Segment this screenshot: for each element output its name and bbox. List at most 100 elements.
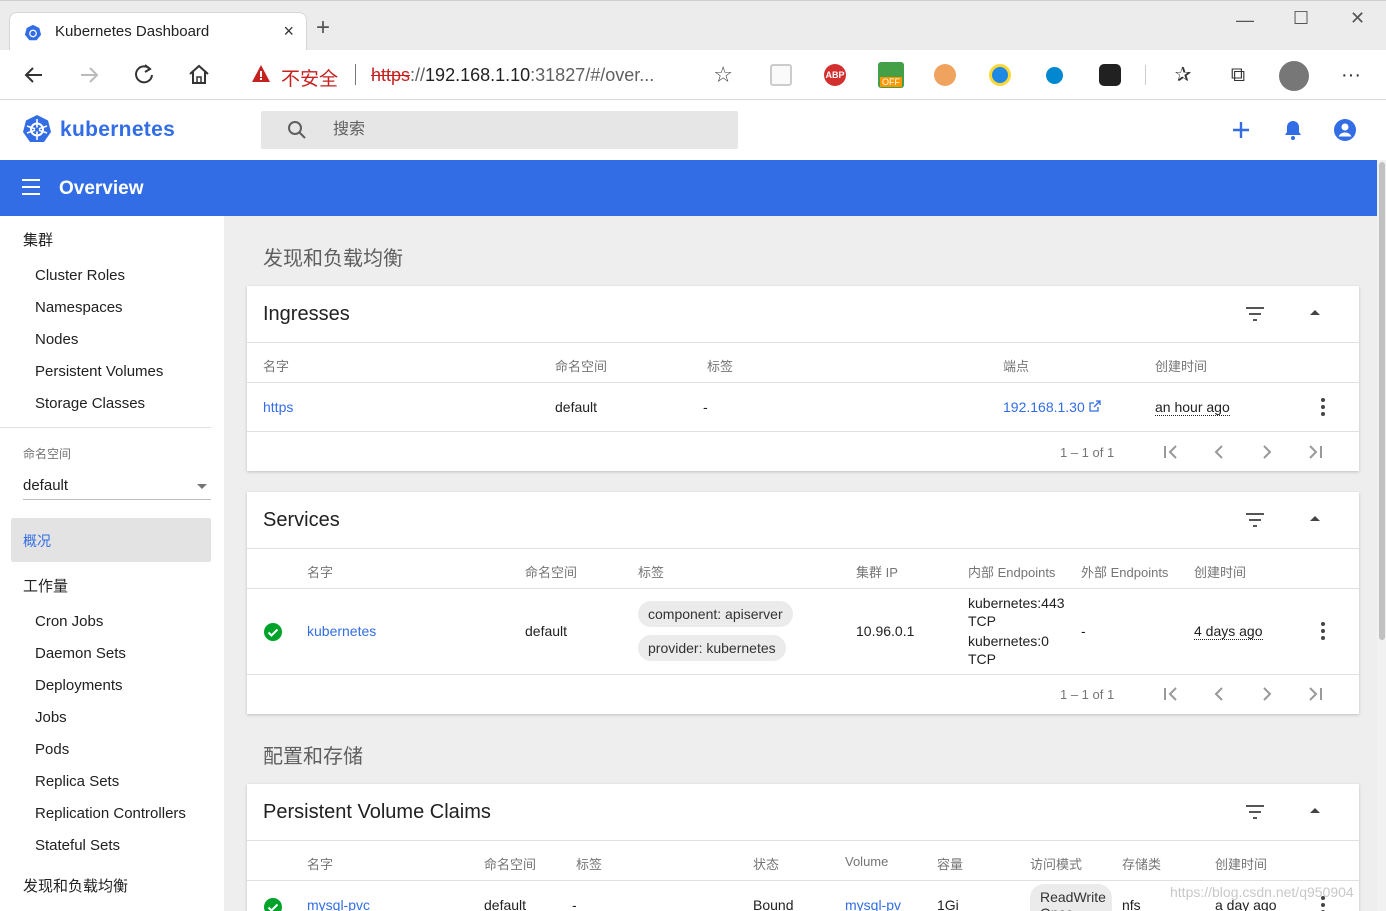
column-header-name[interactable]: 名字 xyxy=(263,356,289,375)
browser-tab[interactable]: Kubernetes Dashboard × xyxy=(9,12,307,51)
filter-icon[interactable] xyxy=(1245,307,1265,321)
adblock-extension-icon[interactable]: ABP xyxy=(824,64,846,86)
sidebar-item-cron-jobs[interactable]: Cron Jobs xyxy=(35,613,103,630)
sidebar-item-namespaces[interactable]: Namespaces xyxy=(35,299,123,316)
card-divider xyxy=(247,548,1359,549)
url-path: :31827/#/over... xyxy=(530,65,655,85)
pvc-name-link[interactable]: mysql-pvc xyxy=(307,897,370,911)
pvc-volume-link[interactable]: mysql-pv xyxy=(845,897,901,911)
reader-extension-icon[interactable] xyxy=(770,64,792,86)
next-page-icon[interactable] xyxy=(1257,442,1277,462)
internal-endpoint-protocol: TCP xyxy=(968,613,996,629)
service-name-link[interactable]: kubernetes xyxy=(307,623,376,639)
sidebar-heading-discovery[interactable]: 发现和负载均衡 xyxy=(23,875,128,896)
home-icon[interactable] xyxy=(186,62,212,88)
shield-extension-icon[interactable] xyxy=(989,64,1011,86)
cloud-extension-icon[interactable] xyxy=(1046,67,1063,84)
section-title-discovery: 发现和负载均衡 xyxy=(263,248,403,270)
reload-icon[interactable] xyxy=(131,62,157,88)
column-header-labels: 标签 xyxy=(576,857,603,872)
next-page-icon[interactable] xyxy=(1257,684,1277,704)
first-page-icon[interactable] xyxy=(1161,442,1181,462)
status-ok-icon xyxy=(264,898,282,911)
scrollbar-thumb[interactable] xyxy=(1379,162,1385,640)
column-header-namespace[interactable]: 命名空间 xyxy=(484,854,536,873)
first-page-icon[interactable] xyxy=(1161,684,1181,704)
column-header-namespace[interactable]: 命名空间 xyxy=(555,356,607,375)
off-extension-icon[interactable]: OFF xyxy=(878,62,904,88)
ingress-labels: - xyxy=(703,399,708,415)
ingress-name-link[interactable]: https xyxy=(263,399,293,415)
brand-name[interactable]: kubernetes xyxy=(60,118,175,142)
create-plus-icon[interactable] xyxy=(1229,118,1253,142)
card-divider xyxy=(247,840,1359,841)
pvc-labels: - xyxy=(572,897,577,911)
pvc-status: Bound xyxy=(753,897,794,911)
page-scrollbar[interactable] xyxy=(1377,160,1386,911)
hamburger-menu-icon[interactable] xyxy=(22,179,40,195)
service-cluster-ip: 10.96.0.1 xyxy=(856,623,915,639)
favorite-star-icon[interactable]: ☆ xyxy=(713,62,733,88)
namespace-label: 命名空间 xyxy=(23,447,72,461)
row-actions-menu-icon[interactable] xyxy=(1321,398,1325,419)
sidebar-item-overview[interactable]: 概况 xyxy=(11,518,211,562)
ingress-endpoint-link[interactable]: 192.168.1.30 xyxy=(1003,399,1101,415)
column-header-name[interactable]: 名字 xyxy=(307,854,333,873)
sidebar-heading-cluster[interactable]: 集群 xyxy=(23,229,53,250)
sidebar-item-replication-controllers[interactable]: Replication Controllers xyxy=(35,805,186,822)
url-text[interactable]: https://192.168.1.10:31827/#/over... xyxy=(371,65,654,86)
column-header-created[interactable]: 创建时间 xyxy=(1194,562,1246,581)
column-header-created[interactable]: 创建时间 xyxy=(1215,854,1267,873)
forward-icon[interactable] xyxy=(76,62,102,88)
service-external-endpoints: - xyxy=(1081,623,1086,639)
sidebar-item-overview-label: 概况 xyxy=(23,533,51,549)
notifications-bell-icon[interactable] xyxy=(1281,118,1305,142)
filter-icon[interactable] xyxy=(1245,805,1265,819)
new-tab-icon[interactable]: + xyxy=(316,16,330,40)
sidebar-item-storage-classes[interactable]: Storage Classes xyxy=(35,395,145,412)
last-page-icon[interactable] xyxy=(1305,442,1325,462)
more-menu-icon[interactable]: ··· xyxy=(1338,62,1364,88)
ingresses-title: Ingresses xyxy=(263,303,350,325)
column-header-name[interactable]: 名字 xyxy=(307,562,333,581)
tab-close-icon[interactable]: × xyxy=(283,21,294,42)
sidebar-item-pods[interactable]: Pods xyxy=(35,741,69,758)
search-input[interactable] xyxy=(333,116,713,144)
row-actions-menu-icon[interactable] xyxy=(1321,622,1325,643)
column-header-namespace[interactable]: 命名空间 xyxy=(525,562,577,581)
back-icon[interactable] xyxy=(21,62,47,88)
sidebar-heading-workloads[interactable]: 工作量 xyxy=(23,575,68,596)
section-title-config: 配置和存储 xyxy=(263,746,363,768)
search-box[interactable] xyxy=(261,111,738,149)
collapse-arrow-icon[interactable] xyxy=(1310,310,1320,315)
sidebar-item-stateful-sets[interactable]: Stateful Sets xyxy=(35,837,120,854)
maximize-icon[interactable]: ☐ xyxy=(1293,8,1309,29)
column-header-created[interactable]: 创建时间 xyxy=(1155,356,1207,375)
profile-avatar[interactable] xyxy=(1279,61,1309,91)
collections-icon[interactable]: ⧉ xyxy=(1225,62,1251,88)
sidebar-item-persistent-volumes[interactable]: Persistent Volumes xyxy=(35,363,163,380)
sidebar-item-cluster-roles[interactable]: Cluster Roles xyxy=(35,267,125,284)
favorites-list-icon[interactable]: ✰ xyxy=(1170,62,1196,88)
sidebar-item-daemon-sets[interactable]: Daemon Sets xyxy=(35,645,126,662)
window-close-icon[interactable]: ✕ xyxy=(1350,8,1365,29)
previous-page-icon[interactable] xyxy=(1209,684,1229,704)
minimize-icon[interactable]: — xyxy=(1236,10,1254,31)
last-page-icon[interactable] xyxy=(1305,684,1325,704)
notes-extension-icon[interactable] xyxy=(934,64,956,86)
previous-page-icon[interactable] xyxy=(1209,442,1229,462)
filter-icon[interactable] xyxy=(1245,513,1265,527)
sidebar-item-replica-sets[interactable]: Replica Sets xyxy=(35,773,119,790)
bookmark-extension-icon[interactable] xyxy=(1099,64,1121,86)
address-bar[interactable]: 不安全 https://192.168.1.10:31827/#/over...… xyxy=(234,55,745,93)
sidebar-item-deployments[interactable]: Deployments xyxy=(35,677,123,694)
column-header-external-endpoints: 外部 Endpoints xyxy=(1081,565,1169,580)
pvc-storage-class: nfs xyxy=(1122,897,1141,911)
namespace-select[interactable]: default xyxy=(23,474,211,500)
pagination-range: 1 – 1 of 1 xyxy=(1060,687,1115,702)
sidebar-item-jobs[interactable]: Jobs xyxy=(35,709,67,726)
collapse-arrow-icon[interactable] xyxy=(1310,808,1320,813)
account-icon[interactable] xyxy=(1333,118,1357,142)
collapse-arrow-icon[interactable] xyxy=(1310,516,1320,521)
sidebar-item-nodes[interactable]: Nodes xyxy=(35,331,78,348)
